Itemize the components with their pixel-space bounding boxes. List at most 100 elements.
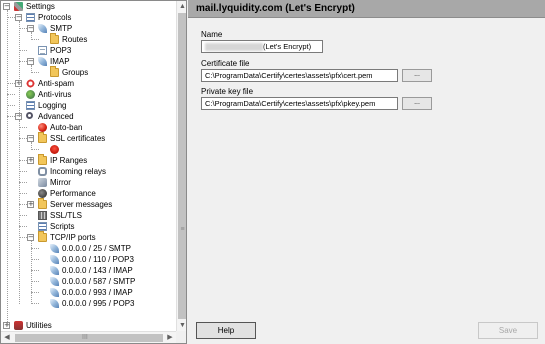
tree-item[interactable]: Mirror (1, 177, 176, 188)
tree-connector (7, 105, 15, 106)
tree-item[interactable]: 0.0.0.0 / 110 / POP3 (1, 254, 176, 265)
tree-item-label: 0.0.0.0 / 993 / IMAP (62, 288, 133, 297)
tree-item[interactable]: + Anti-spam (1, 78, 176, 89)
tree-item-label: Groups (62, 68, 89, 77)
tree-item[interactable]: Auto-ban (1, 122, 176, 133)
protocols-icon (26, 13, 35, 22)
tree-connector (19, 237, 27, 238)
tree-item-label: TCP/IP ports (50, 233, 96, 242)
tree-item[interactable]: − IMAP (1, 56, 176, 67)
tree-item[interactable]: 0.0.0.0 / 993 / IMAP (1, 287, 176, 298)
tree-guide-line (19, 120, 20, 304)
private-key-file-field[interactable]: C:\ProgramData\Certify\certes\assets\pfx… (201, 97, 398, 110)
certificate-browse-button[interactable]: ... (402, 69, 432, 82)
tree-item[interactable]: Performance (1, 188, 176, 199)
tree-guide-line (19, 21, 20, 117)
feather-icon (50, 288, 59, 297)
tree-item[interactable]: POP3 (1, 45, 176, 56)
tree-item[interactable]: − TCP/IP ports (1, 231, 176, 243)
horizontal-scrollbar[interactable]: ◀ III ▶ (1, 331, 176, 343)
scroll-up-arrow-icon[interactable]: ▲ (177, 1, 186, 12)
tree-connector (31, 270, 39, 271)
scroll-down-arrow-icon[interactable]: ▼ (177, 320, 186, 331)
tree-item-label: 0.0.0.0 / 25 / SMTP (62, 244, 131, 253)
tree-item[interactable]: 0.0.0.0 / 25 / SMTP (1, 243, 176, 254)
name-field[interactable]: (Let's Encrypt) (201, 40, 323, 53)
tree-item[interactable]: Routes (1, 33, 176, 45)
folder-icon (38, 198, 47, 209)
collapse-icon[interactable]: − (27, 135, 34, 142)
tree-connector (7, 83, 15, 84)
tree-item[interactable]: Groups (1, 66, 176, 78)
detail-header: mail.lyquidity.com (Let's Encrypt) (188, 0, 545, 18)
vertical-scroll-thumb[interactable] (178, 13, 186, 319)
settings-tree[interactable]: − Settings − Protocols − SMTP Routes POP3− IMAP G… (1, 1, 176, 331)
tree-guide-line (7, 10, 8, 326)
scroll-left-arrow-icon[interactable]: ◀ (1, 332, 13, 343)
tree-connector (31, 259, 39, 260)
tree-item[interactable]: + Server messages (1, 198, 176, 210)
tree-item[interactable]: Anti-virus (1, 89, 176, 100)
tree-connector (19, 204, 27, 205)
tree-spacer[interactable]: 10 (1, 144, 176, 155)
tree-item[interactable]: + Utilities (1, 320, 176, 331)
chain-icon (38, 167, 47, 176)
collapse-icon[interactable]: − (27, 25, 34, 32)
tree-item[interactable]: SSL/TLS (1, 210, 176, 221)
tree-connector (19, 138, 27, 139)
collapse-icon[interactable]: − (15, 14, 22, 21)
folder-icon (38, 231, 47, 242)
tree-connector (19, 61, 27, 62)
expand-icon[interactable]: + (27, 157, 34, 164)
tree-item-label: Incoming relays (50, 167, 107, 176)
tree-item-label: 0.0.0.0 / 110 / POP3 (62, 255, 134, 264)
collapse-icon[interactable]: − (27, 58, 34, 65)
settings-tree-pane: − Settings − Protocols − SMTP Routes POP3− IMAP G… (0, 0, 187, 344)
tree-item[interactable]: + IP Ranges (1, 154, 176, 166)
tree-connector (19, 50, 27, 51)
private-key-browse-button[interactable]: ... (402, 97, 432, 110)
tree-item[interactable]: − Settings (1, 1, 176, 12)
tree-item[interactable]: Scripts (1, 221, 176, 232)
name-label: Name (201, 30, 223, 39)
tree-item[interactable]: Incoming relays (1, 166, 176, 177)
ssl-icon (38, 211, 47, 220)
tree-item[interactable]: 0.0.0.0 / 587 / SMTP (1, 276, 176, 287)
tree-connector (31, 292, 39, 293)
folder-icon (38, 154, 47, 165)
tree-item[interactable]: − Advanced (1, 111, 176, 122)
tree-connector (19, 215, 27, 216)
detail-pane: mail.lyquidity.com (Let's Encrypt) Name … (188, 0, 545, 344)
tree-connector (19, 193, 27, 194)
horizontal-scroll-thumb[interactable] (15, 334, 163, 342)
tree-item[interactable]: Logging (1, 100, 176, 111)
tree-item-label: POP3 (50, 46, 72, 55)
tree-item-label: Anti-spam (38, 79, 75, 88)
scripts-icon (38, 222, 47, 231)
tree-item[interactable]: − SMTP (1, 23, 176, 34)
tree-item-label: SSL certificates (50, 134, 106, 143)
anti-virus-icon (26, 90, 35, 99)
tree-item-label: SSL/TLS (50, 211, 83, 220)
tree-item-label: Scripts (50, 222, 75, 231)
feather-icon (50, 244, 59, 253)
tools-icon (14, 2, 23, 11)
tree-connector (7, 17, 15, 18)
collapse-icon[interactable]: − (3, 3, 10, 10)
expand-icon[interactable]: + (27, 201, 34, 208)
tree-item[interactable]: − Protocols (1, 12, 176, 23)
tree-item[interactable]: − SSL certificates (1, 132, 176, 144)
tree-item-label: Settings (26, 2, 55, 11)
tree-item-label: IP Ranges (50, 156, 88, 165)
certificate-file-field[interactable]: C:\ProgramData\Certify\certes\assets\pfx… (201, 69, 398, 82)
vertical-scrollbar[interactable]: ▲ ≡ ▼ (176, 1, 186, 331)
tree-item[interactable]: 0.0.0.0 / 143 / IMAP (1, 265, 176, 276)
tree-guide-line (31, 32, 32, 40)
scroll-right-arrow-icon[interactable]: ▶ (164, 332, 176, 343)
tree-item[interactable]: 0.0.0.0 / 995 / POP3 (1, 298, 176, 309)
help-button[interactable]: Help (196, 322, 256, 339)
hscroll-grip-icon: III (82, 334, 88, 341)
save-button[interactable]: Save (478, 322, 538, 339)
collapse-icon[interactable]: − (27, 234, 34, 241)
